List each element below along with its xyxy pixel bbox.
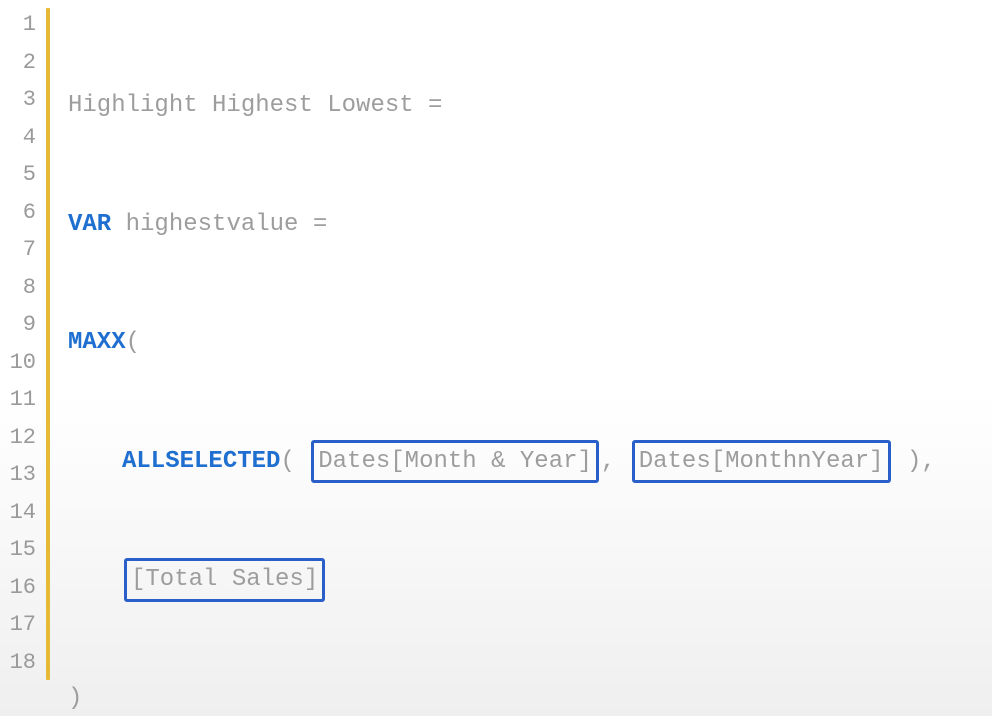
code-text: (: [126, 324, 140, 362]
line-number: 2: [0, 44, 42, 82]
code-line[interactable]: ): [68, 680, 992, 716]
line-number: 11: [0, 381, 42, 419]
line-number: 13: [0, 456, 42, 494]
line-number-gutter: 1 2 3 4 5 6 7 8 9 10 11 12 13 14 15 16 1…: [0, 0, 42, 716]
code-text: Highlight Highest Lowest =: [68, 87, 442, 125]
column-ref-box: Dates[Month & Year]: [311, 440, 599, 484]
line-number: 18: [0, 644, 42, 682]
line-number: 4: [0, 119, 42, 157]
code-text: ),: [893, 443, 936, 481]
code-text: (: [280, 443, 309, 481]
column-ref-box: Dates[MonthnYear]: [632, 440, 891, 484]
line-number: 10: [0, 344, 42, 382]
line-number: 9: [0, 306, 42, 344]
function-maxx: MAXX: [68, 324, 126, 362]
line-number: 17: [0, 606, 42, 644]
line-number: 5: [0, 156, 42, 194]
code-line[interactable]: ALLSELECTED( Dates[Month & Year], Dates[…: [68, 443, 992, 481]
code-text: highestvalue =: [111, 206, 327, 244]
code-text: ): [68, 680, 82, 716]
code-line[interactable]: VAR highestvalue =: [68, 206, 992, 244]
line-number: 15: [0, 531, 42, 569]
code-editor[interactable]: Highlight Highest Lowest = VAR highestva…: [50, 0, 992, 716]
function-allselected: ALLSELECTED: [122, 443, 280, 481]
keyword-var: VAR: [68, 206, 111, 244]
code-line[interactable]: [Total Sales]: [68, 561, 992, 599]
code-line[interactable]: Highlight Highest Lowest =: [68, 87, 992, 125]
line-number: 16: [0, 569, 42, 607]
line-number: 7: [0, 231, 42, 269]
line-number: 3: [0, 81, 42, 119]
code-text: ,: [601, 443, 630, 481]
measure-ref-box: [Total Sales]: [124, 558, 325, 602]
line-number: 14: [0, 494, 42, 532]
line-number: 12: [0, 419, 42, 457]
line-number: 6: [0, 194, 42, 232]
code-line[interactable]: MAXX(: [68, 324, 992, 362]
line-number: 8: [0, 269, 42, 307]
line-number: 1: [0, 6, 42, 44]
